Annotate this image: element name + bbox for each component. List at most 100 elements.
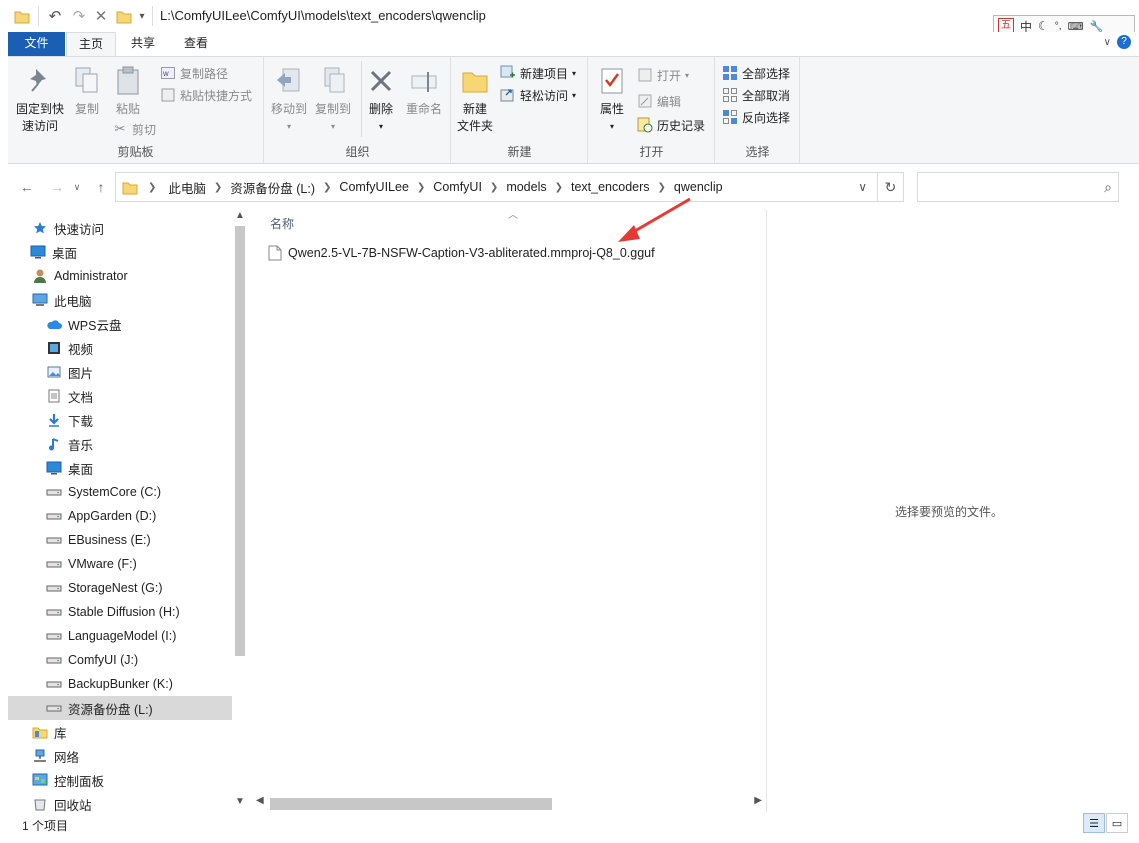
breadcrumb-item[interactable]: text_encoders [565,180,656,194]
paste-button[interactable]: 粘贴 [110,61,146,118]
nav-item[interactable]: VMware (F:) [8,552,232,576]
copy-to-icon [318,65,348,97]
nav-item[interactable]: WPS云盘 [8,312,232,336]
easy-access-button[interactable]: 轻松访问 ▾ [500,85,576,105]
chevron-right-icon[interactable]: ❯ [553,182,565,193]
new-folder-quick-icon[interactable] [116,8,132,24]
rename-button[interactable]: 重命名 [403,61,445,118]
drive-icon [46,508,62,524]
wrench-icon[interactable]: 🔧 [1089,20,1103,33]
breadcrumb-item[interactable]: 资源备份盘 (L:) [224,178,321,197]
nav-item[interactable]: EBusiness (E:) [8,528,232,552]
nav-item[interactable]: ComfyUI (J:) [8,648,232,672]
open-button[interactable]: 打开 ▾ [637,65,689,85]
breadcrumb-item[interactable]: ComfyUILee [333,180,414,194]
copy-path-button[interactable]: W 复制路径 [160,63,228,83]
file-row[interactable]: Qwen2.5-VL-7B-NSFW-Caption-V3-abliterate… [268,242,655,264]
invert-selection-button[interactable]: 反向选择 [722,107,790,127]
nav-item[interactable]: Stable Diffusion (H:) [8,600,232,624]
nav-item[interactable]: 桌面 [8,240,232,264]
address-bar[interactable]: ❯ 此电脑 ❯ 资源备份盘 (L:) ❯ ComfyUILee ❯ ComfyUI ❯ mode… [115,172,878,202]
nav-item[interactable]: AppGarden (D:) [8,504,232,528]
nav-item[interactable]: BackupBunker (K:) [8,672,232,696]
moon-icon[interactable]: ☾ [1038,19,1049,33]
up-arrow-icon[interactable]: ↑ [92,178,110,196]
nav-item[interactable]: 音乐 [8,432,232,456]
paste-shortcut-button[interactable]: 粘贴快捷方式 [160,85,252,105]
keyboard-icon[interactable]: ⌨ [1068,20,1084,33]
delete-quick-icon[interactable]: ✕ [92,8,110,25]
details-view-icon[interactable]: ☰ [1083,813,1105,833]
new-folder-button[interactable]: 新建 文件夹 [454,61,496,135]
nav-item[interactable]: 下载 [8,408,232,432]
copy-button[interactable]: 复制 [70,61,104,118]
nav-item[interactable]: 文档 [8,384,232,408]
delete-button[interactable]: 删除 ▾ [365,61,397,135]
nav-scrollbar[interactable]: ▲ ▼ [232,210,248,812]
scroll-right-icon[interactable]: ▶ [754,795,762,806]
refresh-icon[interactable]: ↻ [878,172,904,202]
chevron-right-icon[interactable]: ❯ [138,182,158,193]
nav-item[interactable]: StorageNest (G:) [8,576,232,600]
chevron-right-icon[interactable]: ❯ [415,182,427,193]
breadcrumb-item[interactable]: qwenclip [668,180,729,194]
large-icons-view-icon[interactable]: ▭ [1106,813,1128,833]
tab-share[interactable]: 共享 [120,32,166,56]
breadcrumb-item[interactable]: models [500,180,552,194]
nav-item[interactable]: SystemCore (C:) [8,480,232,504]
edit-button[interactable]: 编辑 [637,91,681,111]
chevron-right-icon[interactable]: ❯ [488,182,500,193]
scroll-down-icon[interactable]: ▼ [232,796,248,812]
hscrollbar-thumb[interactable] [270,798,552,810]
nav-item[interactable]: 图片 [8,360,232,384]
recent-locations-icon[interactable]: ∨ [68,178,86,196]
chevron-right-icon[interactable]: ❯ [321,182,333,193]
customize-quick-access-icon[interactable]: ▾ [136,8,148,24]
help-icon[interactable]: ? [1117,35,1131,49]
ime-punct[interactable]: °, [1055,21,1062,32]
address-dropdown-icon[interactable]: ∨ [858,180,867,194]
nav-item[interactable]: LanguageModel (I:) [8,624,232,648]
move-to-button[interactable]: 移动到 ▾ [269,61,309,135]
scrollbar-thumb[interactable] [235,226,245,656]
file-list-hscrollbar[interactable]: ◀ ▶ [250,795,766,811]
search-input[interactable]: ⌕ [917,172,1119,202]
pin-quick-access-button[interactable]: 固定到快 速访问 [12,61,68,135]
ribbon-collapse-icon[interactable]: ∨ [1104,37,1111,48]
nav-item[interactable]: 库 [8,720,232,744]
breadcrumb-item[interactable]: ComfyUI [427,180,488,194]
nav-item[interactable]: 此电脑 [8,288,232,312]
tab-file[interactable]: 文件 [8,32,65,56]
tab-home[interactable]: 主页 [66,32,116,57]
scroll-up-icon[interactable]: ▲ [232,210,248,226]
select-all-button[interactable]: 全部选择 [722,63,790,83]
nav-item[interactable]: 资源备份盘 (L:) [8,696,232,720]
nav-item[interactable]: 快速访问 [8,216,232,240]
nav-item[interactable]: 桌面 [8,456,232,480]
open-icon [637,67,653,83]
scroll-left-icon[interactable]: ◀ [256,795,264,806]
undo-icon[interactable]: ↶ [46,8,64,25]
tab-view[interactable]: 查看 [170,32,222,56]
pane-divider[interactable] [766,210,767,812]
copy-to-button[interactable]: 复制到 ▾ [313,61,353,135]
history-button[interactable]: 历史记录 [637,115,705,135]
nav-item[interactable]: Administrator [8,264,232,288]
properties-button[interactable]: 属性 ▾ [593,61,631,135]
new-item-button[interactable]: 新建项目 ▾ [500,63,576,83]
cut-button[interactable]: ✂ 剪切 [112,119,156,139]
forward-arrow-icon[interactable]: → [48,178,66,196]
chevron-right-icon[interactable]: ❯ [212,182,224,193]
chevron-right-icon[interactable]: ❯ [656,182,668,193]
title-bar: ↶ ↷ ✕ ▾ L:\ComfyUILee\ComfyUI\models\tex… [0,0,1139,32]
back-arrow-icon[interactable]: ← [18,178,36,196]
nav-item[interactable]: 视频 [8,336,232,360]
column-header-name[interactable]: 名称 [270,215,294,232]
redo-icon[interactable]: ↷ [70,8,88,25]
nav-item[interactable]: 网络 [8,744,232,768]
nav-item[interactable]: 回收站 [8,792,232,812]
nav-item[interactable]: 控制面板 [8,768,232,792]
nav-item-label: 桌面 [68,462,94,477]
breadcrumb-item[interactable]: 此电脑 [162,178,212,197]
select-none-button[interactable]: 全部取消 [722,85,790,105]
